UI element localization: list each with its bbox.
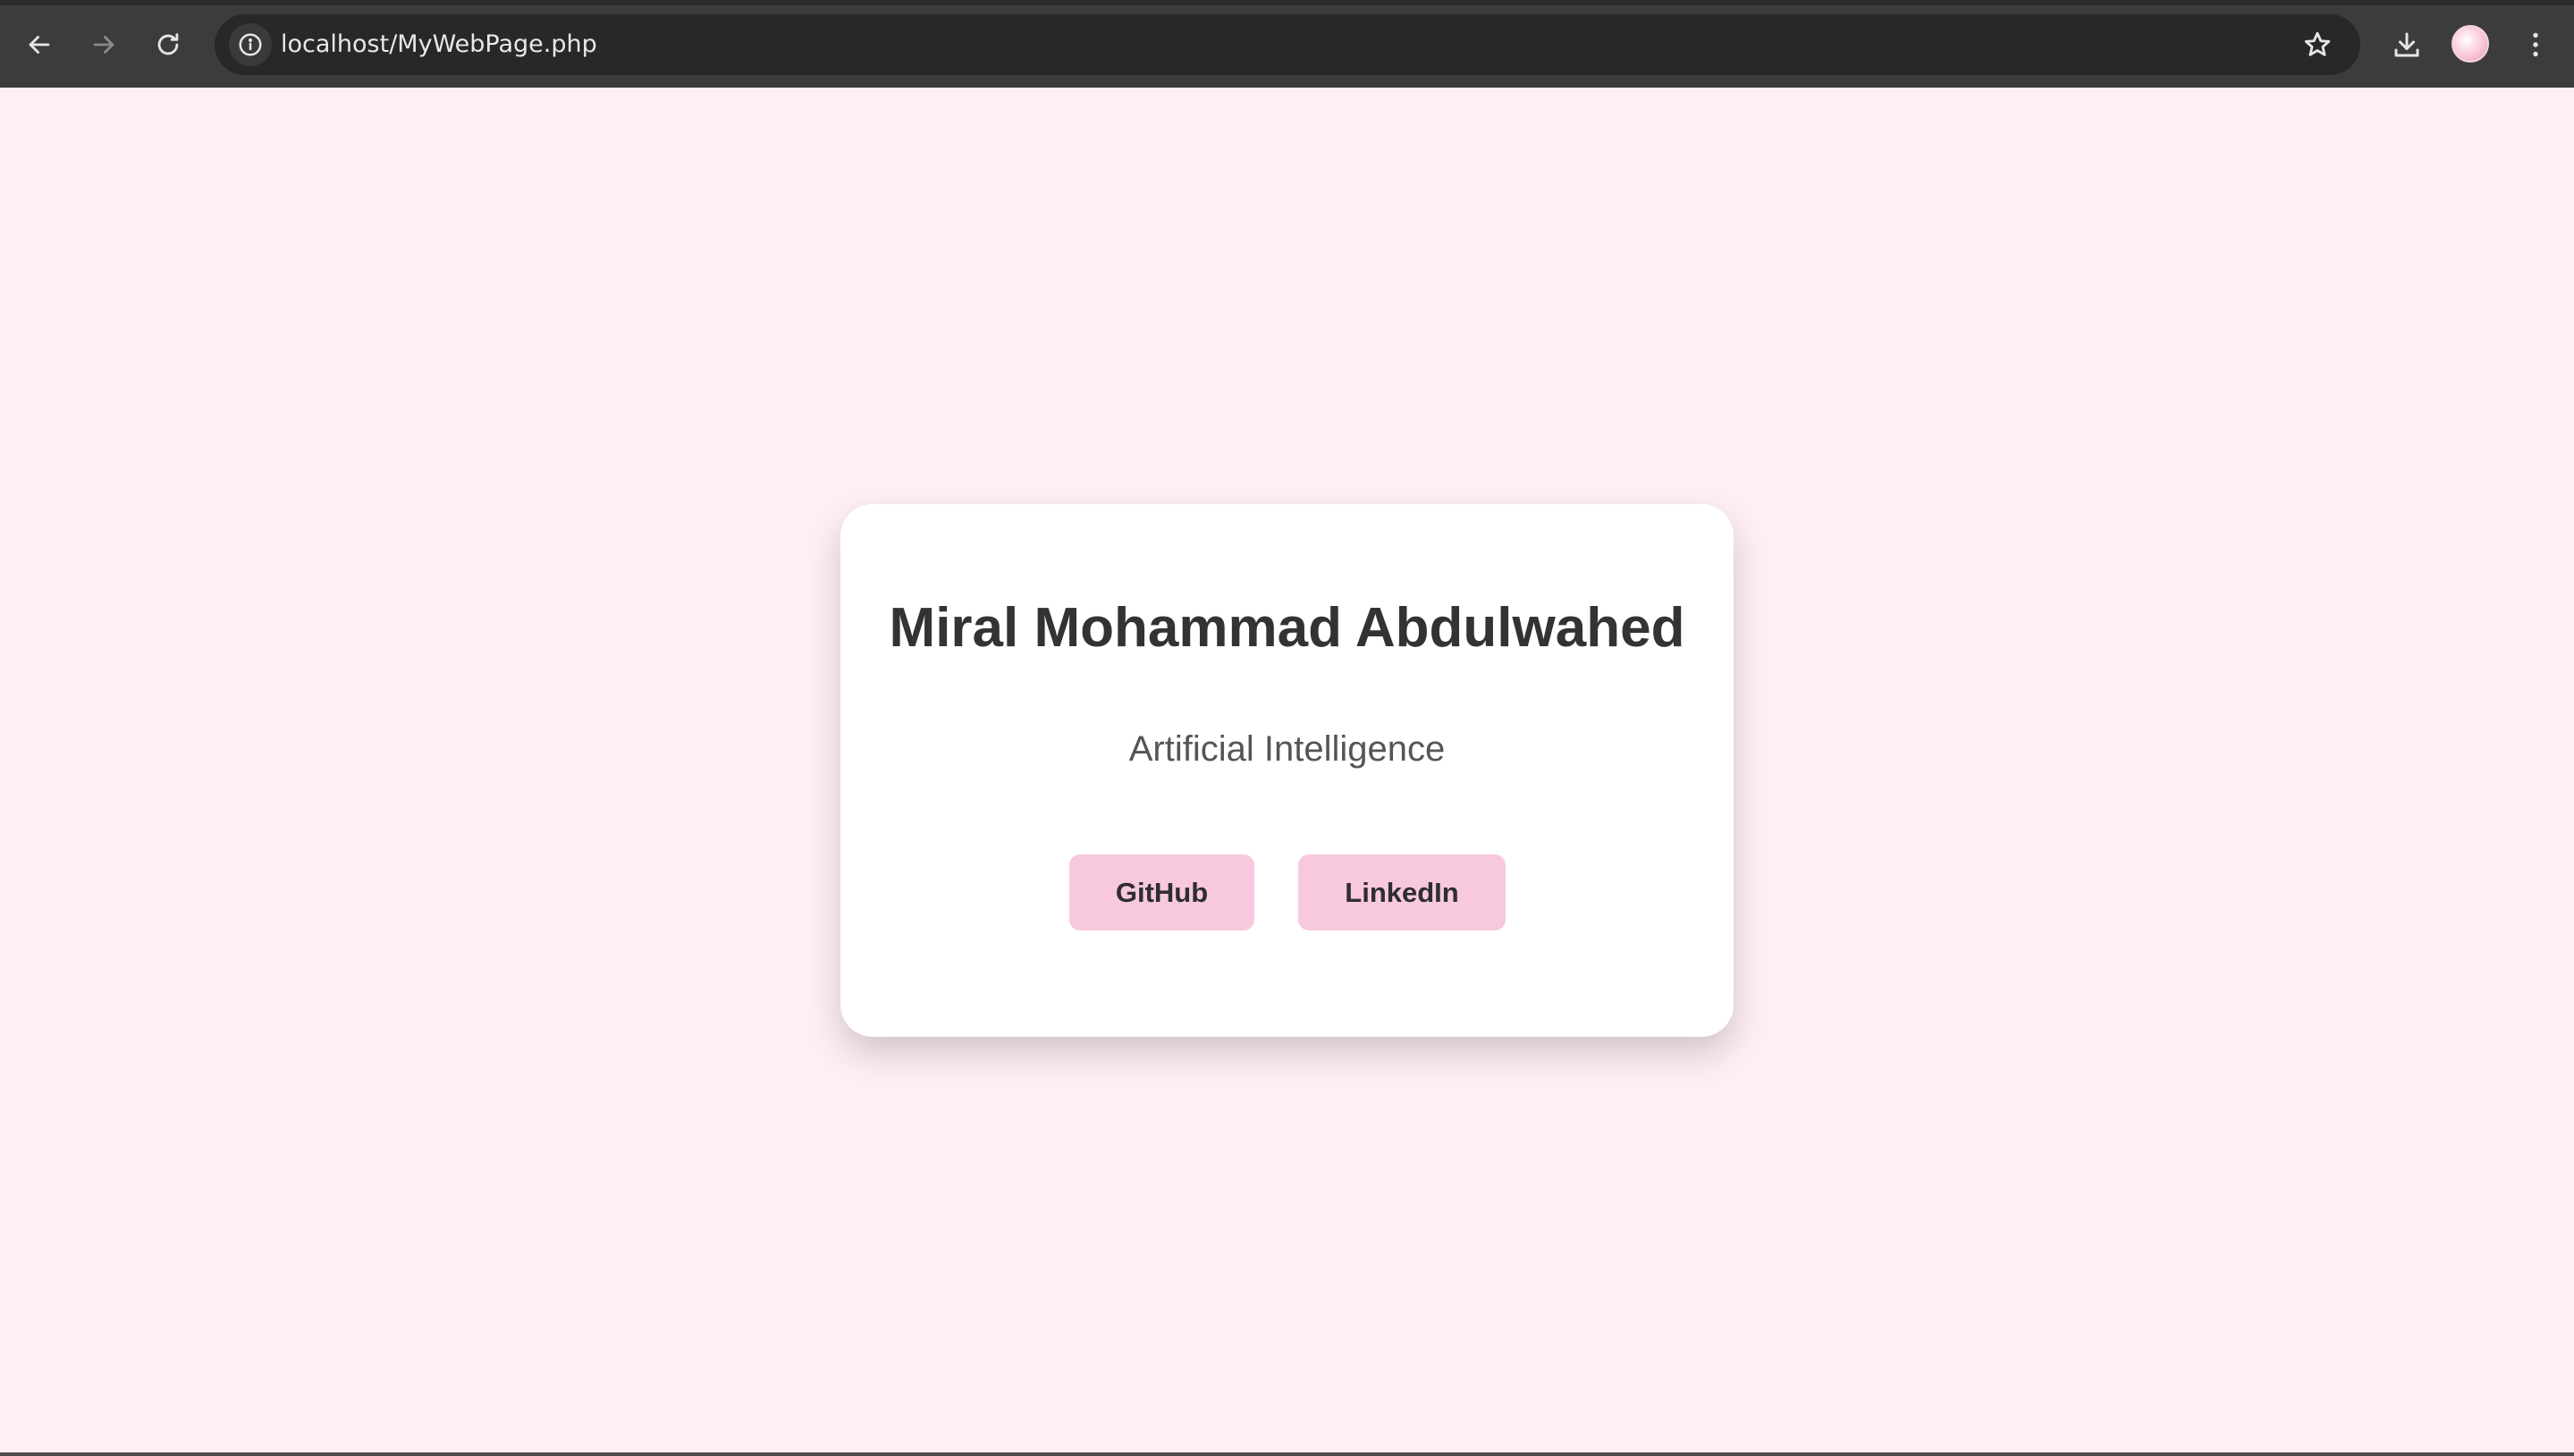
star-icon (2304, 31, 2331, 56)
url-text[interactable]: localhost/MyWebPage.php (281, 14, 597, 75)
profile-name: Miral Mohammad Abdulwahed (889, 597, 1685, 659)
browser-menu-button[interactable] (2511, 20, 2561, 70)
github-button[interactable]: GitHub (1069, 854, 1254, 930)
kebab-menu-icon (2533, 32, 2538, 57)
profile-card: Miral Mohammad Abdulwahed Artificial Int… (840, 504, 1734, 1037)
arrow-right-icon (93, 36, 114, 54)
site-info-button[interactable] (229, 23, 272, 66)
back-button[interactable] (14, 20, 64, 70)
downloads-button[interactable] (2382, 20, 2432, 70)
forward-button[interactable] (79, 20, 129, 70)
info-icon (239, 33, 262, 56)
page-viewport: Miral Mohammad Abdulwahed Artificial Int… (0, 88, 2574, 1456)
profile-field: Artificial Intelligence (1128, 729, 1446, 769)
address-bar[interactable]: localhost/MyWebPage.php (215, 14, 2360, 75)
profile-avatar[interactable] (2452, 25, 2489, 63)
arrow-left-icon (29, 36, 50, 54)
bookmark-button[interactable] (2296, 23, 2339, 66)
reload-button[interactable] (143, 20, 193, 70)
tab-strip-edge (0, 0, 2574, 5)
window-bottom-edge (0, 1452, 2574, 1456)
download-icon (2394, 32, 2419, 57)
browser-toolbar: localhost/MyWebPage.php (0, 0, 2574, 88)
linkedin-button[interactable]: LinkedIn (1298, 854, 1506, 930)
reload-icon (157, 33, 179, 55)
